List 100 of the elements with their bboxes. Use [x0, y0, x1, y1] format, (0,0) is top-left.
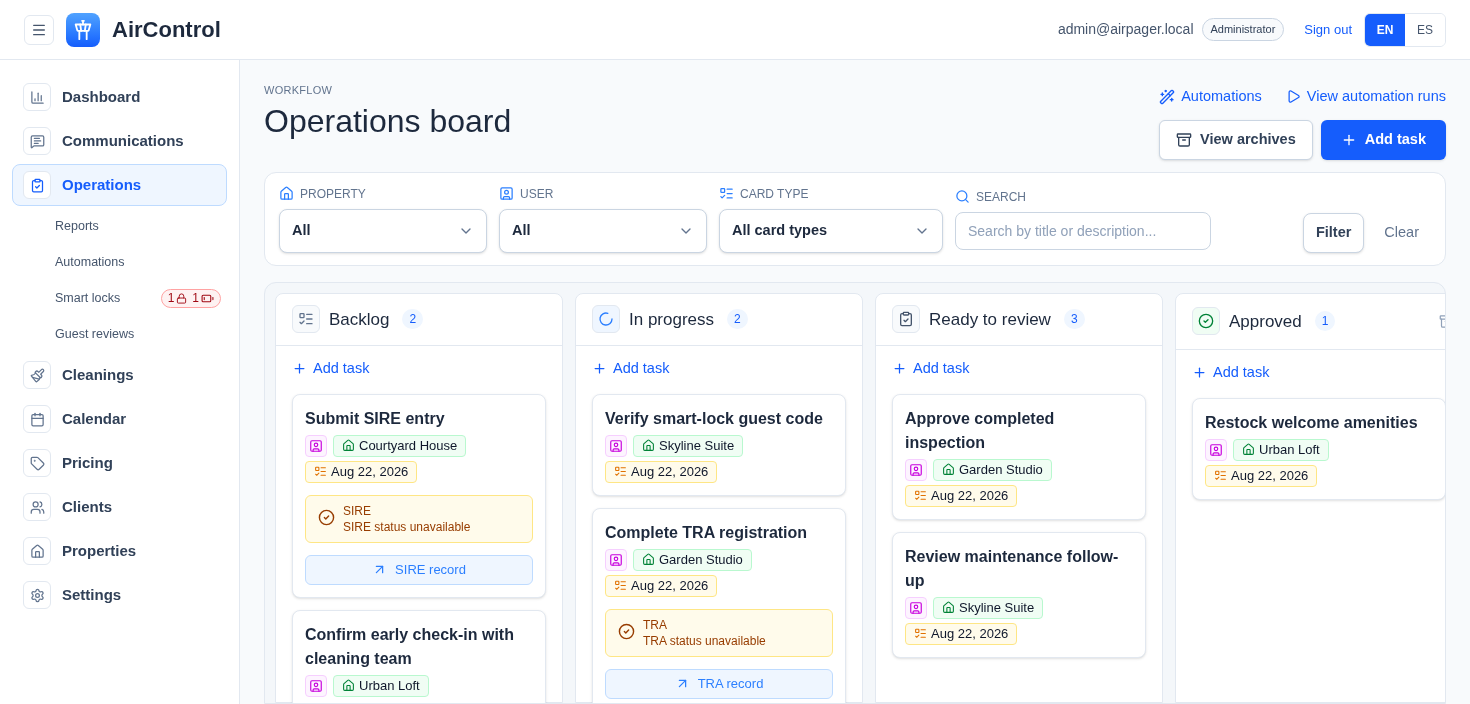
filter-label: USER: [520, 185, 554, 203]
add-task-button[interactable]: Add task: [1320, 119, 1446, 160]
list-icon: [719, 186, 734, 202]
filter-button[interactable]: Filter: [1302, 212, 1365, 253]
task-card[interactable]: Submit SIRE entry Courtyard House Aug 22, 2026 SIRE SIRE status unavailable SIRE record: [292, 393, 546, 598]
lock-count: 1: [167, 290, 175, 307]
date-tag: Aug 22, 2026: [605, 574, 718, 597]
menu-button[interactable]: [24, 14, 54, 45]
house-icon: [942, 463, 955, 476]
nav-item[interactable]: Cleanings: [12, 354, 227, 396]
assignee-icon: [605, 548, 627, 571]
house-icon: [642, 553, 655, 566]
nav-item[interactable]: Settings: [12, 574, 227, 616]
nav-item[interactable]: Communications: [12, 120, 227, 162]
filter-select[interactable]: All card types: [719, 208, 943, 253]
property-tag: Skyline Suite: [633, 434, 744, 457]
column-title: Backlog: [329, 308, 390, 331]
nav-item[interactable]: Operations: [12, 164, 227, 206]
plus-icon: [592, 361, 607, 377]
nav-subitem[interactable]: Guest reviews: [55, 324, 135, 344]
clear-button[interactable]: Clear: [1372, 212, 1431, 253]
assignee-icon: [605, 434, 627, 457]
record-link-button[interactable]: TRA record: [605, 668, 833, 699]
task-card[interactable]: Complete TRA registration Garden Studio Aug 22, 2026 TRA TRA status unavailable TRA record: [592, 507, 846, 703]
add-task-link[interactable]: Add task: [592, 357, 846, 380]
list-icon: [914, 627, 927, 640]
date-tag: Aug 22, 2026: [305, 460, 418, 483]
battery-count: 1: [192, 290, 199, 307]
record-link-button[interactable]: SIRE record: [305, 554, 533, 585]
plus-icon: [292, 361, 307, 377]
nav-item[interactable]: Properties: [12, 530, 227, 572]
language-toggle[interactable]: EN: [1365, 13, 1405, 46]
filter-select[interactable]: All: [279, 208, 487, 253]
nav-subitem[interactable]: Reports: [55, 216, 99, 236]
count-badge: 3: [1063, 309, 1085, 330]
assignee-icon: [905, 458, 927, 481]
card-title: Verify smart-lock guest code: [605, 408, 824, 429]
check-circle-icon: [618, 622, 635, 640]
date-tag: Aug 22, 2026: [1205, 464, 1318, 487]
notice-label: TRA: [643, 616, 668, 633]
tag-icon: [23, 449, 51, 477]
card-title: Review maintenance follow-up: [905, 546, 1120, 591]
property-tag: Urban Loft: [1233, 438, 1329, 461]
property-tag: Garden Studio: [933, 458, 1052, 481]
role-badge: Administrator: [1201, 18, 1285, 41]
card-title: Complete TRA registration: [605, 522, 809, 543]
property-tag: Skyline Suite: [933, 596, 1044, 619]
user-email: admin@airpager.local: [1057, 20, 1194, 39]
task-card[interactable]: Approve completed inspection Garden Studio Aug 22, 2026: [892, 393, 1146, 520]
nav-subitem[interactable]: Smart locks: [55, 288, 121, 308]
house-icon: [342, 439, 355, 452]
assignee-icon: [305, 674, 327, 697]
message-icon: [23, 127, 51, 155]
header-link[interactable]: View automation runs: [1285, 86, 1446, 108]
filter-select[interactable]: All: [499, 208, 707, 253]
sign-out-link[interactable]: Sign out: [1304, 19, 1352, 40]
task-card[interactable]: Review maintenance follow-up Skyline Suite Aug 22, 2026: [892, 531, 1146, 658]
property-tag: Courtyard House: [333, 434, 467, 457]
app-name: AirControl: [112, 16, 221, 44]
nav-subitem[interactable]: Automations: [55, 252, 125, 272]
lock-icon: [176, 292, 188, 304]
nav-item[interactable]: Pricing: [12, 442, 227, 484]
assignee-icon: [905, 596, 927, 619]
search-icon: [955, 189, 970, 205]
nav-item[interactable]: Calendar: [12, 398, 227, 440]
nav-item[interactable]: Dashboard: [12, 76, 227, 118]
property-tag: Urban Loft: [333, 674, 429, 697]
page-eyebrow: WORKFLOW: [264, 83, 334, 98]
card-title: Submit SIRE entry: [305, 408, 446, 429]
add-task-link[interactable]: Add task: [892, 357, 1146, 380]
clipboard-check-icon: [23, 171, 51, 199]
add-task-link[interactable]: Add task: [292, 357, 546, 380]
card-title: Restock welcome amenities: [1205, 412, 1419, 433]
task-card[interactable]: Verify smart-lock guest code Skyline Suite Aug 22, 2026: [592, 393, 846, 496]
task-card[interactable]: Confirm early check-in with cleaning team Urban Loft: [292, 609, 546, 703]
column-title: Ready to review: [929, 308, 1051, 331]
list-icon: [614, 579, 627, 592]
house-icon: [23, 537, 51, 565]
page-title: Operations board: [264, 101, 512, 141]
list-icon: [614, 465, 627, 478]
users-icon: [23, 493, 51, 521]
task-card[interactable]: Restock welcome amenities Urban Loft Aug 22, 2026: [1192, 397, 1445, 500]
archive-icon: [1176, 131, 1193, 148]
nav-item[interactable]: Clients: [12, 486, 227, 528]
list-icon: [292, 305, 320, 334]
header-link[interactable]: Automations: [1159, 86, 1262, 108]
column-title: In progress: [629, 308, 715, 331]
calendar-icon: [23, 405, 51, 433]
magic-wand-icon: [1159, 88, 1176, 105]
view-archives-button[interactable]: View archives: [1159, 119, 1313, 160]
add-task-link[interactable]: Add task: [1192, 361, 1445, 384]
plus-icon: [892, 361, 907, 377]
house-icon: [942, 601, 955, 614]
date-tag: Aug 22, 2026: [905, 484, 1018, 507]
bar-chart-icon: [23, 83, 51, 111]
play-icon: [1285, 89, 1301, 105]
search-field[interactable]: Search by title or description...: [955, 211, 1211, 250]
house-icon: [342, 679, 355, 692]
plus-icon: [1192, 365, 1207, 381]
settings-icon: [23, 581, 51, 609]
